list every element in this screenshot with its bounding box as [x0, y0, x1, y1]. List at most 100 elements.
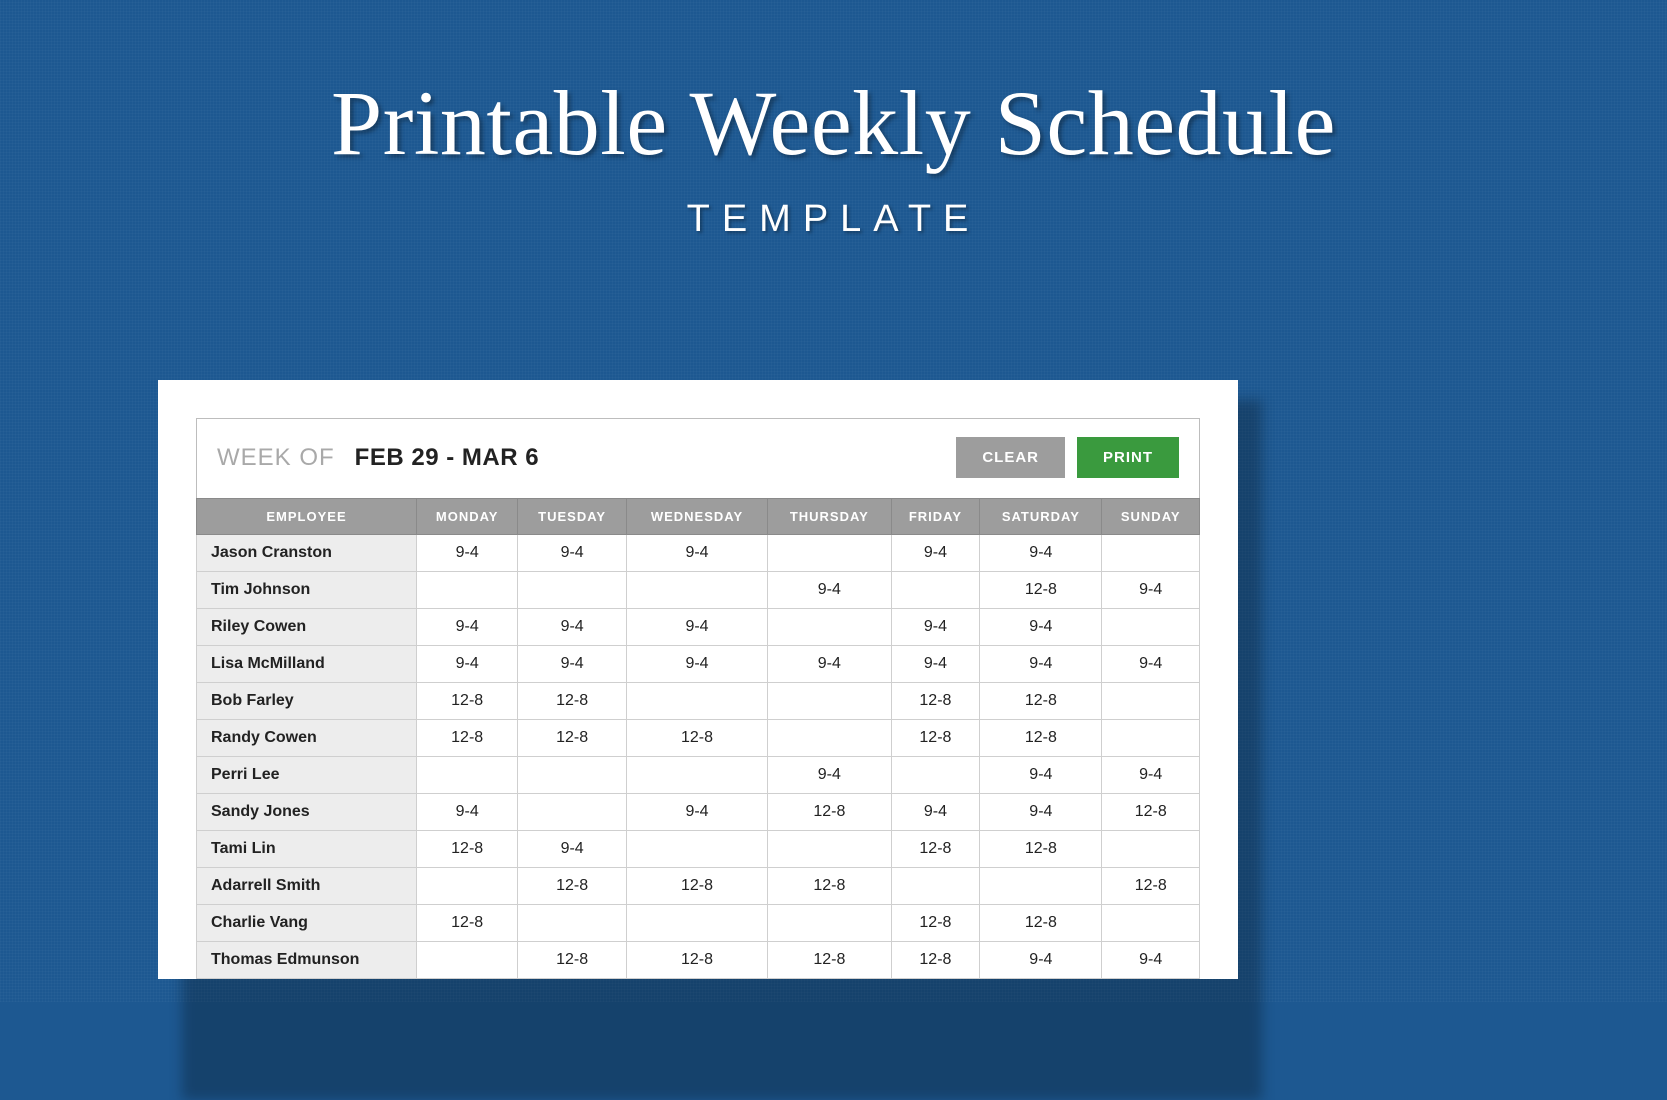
shift-cell[interactable]: 9-4	[980, 646, 1102, 683]
shift-cell[interactable]: 9-4	[626, 535, 767, 572]
shift-cell[interactable]	[518, 757, 627, 794]
shift-cell[interactable]: 9-4	[891, 794, 980, 831]
shift-cell[interactable]	[1102, 535, 1200, 572]
shift-cell[interactable]: 9-4	[980, 757, 1102, 794]
shift-cell[interactable]: 9-4	[518, 535, 627, 572]
shift-cell[interactable]: 9-4	[891, 535, 980, 572]
shift-cell[interactable]: 12-8	[518, 942, 627, 979]
shift-cell[interactable]: 12-8	[891, 905, 980, 942]
shift-cell[interactable]: 12-8	[980, 683, 1102, 720]
shift-cell[interactable]	[1102, 609, 1200, 646]
shift-cell[interactable]	[768, 831, 891, 868]
shift-cell[interactable]: 12-8	[891, 683, 980, 720]
shift-cell[interactable]: 12-8	[626, 942, 767, 979]
shift-cell[interactable]: 9-4	[768, 757, 891, 794]
shift-cell[interactable]: 12-8	[1102, 794, 1200, 831]
shift-cell[interactable]: 9-4	[1102, 942, 1200, 979]
employee-name: Perri Lee	[197, 757, 417, 794]
shift-cell[interactable]	[1102, 683, 1200, 720]
shift-cell[interactable]	[980, 868, 1102, 905]
shift-cell[interactable]: 12-8	[980, 720, 1102, 757]
shift-cell[interactable]	[891, 868, 980, 905]
shift-cell[interactable]	[768, 720, 891, 757]
shift-cell[interactable]	[417, 868, 518, 905]
shift-cell[interactable]: 9-4	[417, 609, 518, 646]
shift-cell[interactable]: 9-4	[626, 794, 767, 831]
shift-cell[interactable]: 9-4	[626, 646, 767, 683]
shift-cell[interactable]: 9-4	[891, 646, 980, 683]
shift-cell[interactable]: 12-8	[980, 572, 1102, 609]
shift-cell[interactable]	[626, 831, 767, 868]
shift-cell[interactable]: 9-4	[626, 609, 767, 646]
shift-cell[interactable]: 9-4	[518, 609, 627, 646]
shift-cell[interactable]	[768, 905, 891, 942]
shift-cell[interactable]: 12-8	[980, 831, 1102, 868]
shift-cell[interactable]: 12-8	[1102, 868, 1200, 905]
shift-cell[interactable]	[518, 905, 627, 942]
page-title: Printable Weekly Schedule	[0, 70, 1667, 176]
clear-button[interactable]: CLEAR	[956, 437, 1065, 478]
shift-cell[interactable]: 9-4	[518, 831, 627, 868]
shift-cell[interactable]	[518, 794, 627, 831]
shift-cell[interactable]	[417, 942, 518, 979]
table-row: Charlie Vang12-812-812-8	[197, 905, 1200, 942]
shift-cell[interactable]	[891, 757, 980, 794]
shift-cell[interactable]	[626, 905, 767, 942]
shift-cell[interactable]	[768, 535, 891, 572]
shift-cell[interactable]: 9-4	[980, 609, 1102, 646]
shift-cell[interactable]: 9-4	[768, 572, 891, 609]
col-day: WEDNESDAY	[626, 499, 767, 535]
shift-cell[interactable]: 12-8	[768, 942, 891, 979]
schedule-table: EMPLOYEEMONDAYTUESDAYWEDNESDAYTHURSDAYFR…	[196, 498, 1200, 979]
shift-cell[interactable]	[518, 572, 627, 609]
shift-cell[interactable]: 12-8	[768, 868, 891, 905]
shift-cell[interactable]: 12-8	[518, 868, 627, 905]
shift-cell[interactable]: 9-4	[417, 794, 518, 831]
table-row: Perri Lee9-49-49-4	[197, 757, 1200, 794]
shift-cell[interactable]: 12-8	[417, 831, 518, 868]
shift-cell[interactable]: 9-4	[980, 942, 1102, 979]
shift-cell[interactable]: 9-4	[417, 535, 518, 572]
print-button[interactable]: PRINT	[1077, 437, 1179, 478]
table-row: Riley Cowen9-49-49-49-49-4	[197, 609, 1200, 646]
shift-cell[interactable]: 9-4	[768, 646, 891, 683]
shift-cell[interactable]: 12-8	[417, 905, 518, 942]
shift-cell[interactable]: 12-8	[626, 720, 767, 757]
week-toolbar: WEEK OF FEB 29 - MAR 6 CLEAR PRINT	[196, 418, 1200, 498]
employee-name: Bob Farley	[197, 683, 417, 720]
table-header-row: EMPLOYEEMONDAYTUESDAYWEDNESDAYTHURSDAYFR…	[197, 499, 1200, 535]
shift-cell[interactable]: 12-8	[891, 720, 980, 757]
shift-cell[interactable]	[1102, 720, 1200, 757]
table-row: Randy Cowen12-812-812-812-812-8	[197, 720, 1200, 757]
shift-cell[interactable]: 9-4	[417, 646, 518, 683]
shift-cell[interactable]: 9-4	[518, 646, 627, 683]
shift-cell[interactable]: 9-4	[980, 535, 1102, 572]
shift-cell[interactable]	[1102, 905, 1200, 942]
shift-cell[interactable]	[891, 572, 980, 609]
shift-cell[interactable]: 12-8	[980, 905, 1102, 942]
shift-cell[interactable]	[417, 572, 518, 609]
shift-cell[interactable]: 9-4	[1102, 757, 1200, 794]
shift-cell[interactable]: 9-4	[891, 609, 980, 646]
table-row: Lisa McMilland9-49-49-49-49-49-49-4	[197, 646, 1200, 683]
shift-cell[interactable]: 12-8	[891, 942, 980, 979]
shift-cell[interactable]	[626, 683, 767, 720]
shift-cell[interactable]	[626, 757, 767, 794]
shift-cell[interactable]: 9-4	[1102, 572, 1200, 609]
shift-cell[interactable]: 12-8	[518, 683, 627, 720]
shift-cell[interactable]	[626, 572, 767, 609]
shift-cell[interactable]	[417, 757, 518, 794]
shift-cell[interactable]	[768, 683, 891, 720]
shift-cell[interactable]	[1102, 831, 1200, 868]
shift-cell[interactable]: 12-8	[768, 794, 891, 831]
shift-cell[interactable]: 12-8	[626, 868, 767, 905]
shift-cell[interactable]: 9-4	[1102, 646, 1200, 683]
employee-name: Adarrell Smith	[197, 868, 417, 905]
shift-cell[interactable]: 12-8	[417, 720, 518, 757]
shift-cell[interactable]: 12-8	[417, 683, 518, 720]
shift-cell[interactable]: 12-8	[891, 831, 980, 868]
shift-cell[interactable]	[768, 609, 891, 646]
shift-cell[interactable]: 12-8	[518, 720, 627, 757]
shift-cell[interactable]: 9-4	[980, 794, 1102, 831]
col-day: THURSDAY	[768, 499, 891, 535]
